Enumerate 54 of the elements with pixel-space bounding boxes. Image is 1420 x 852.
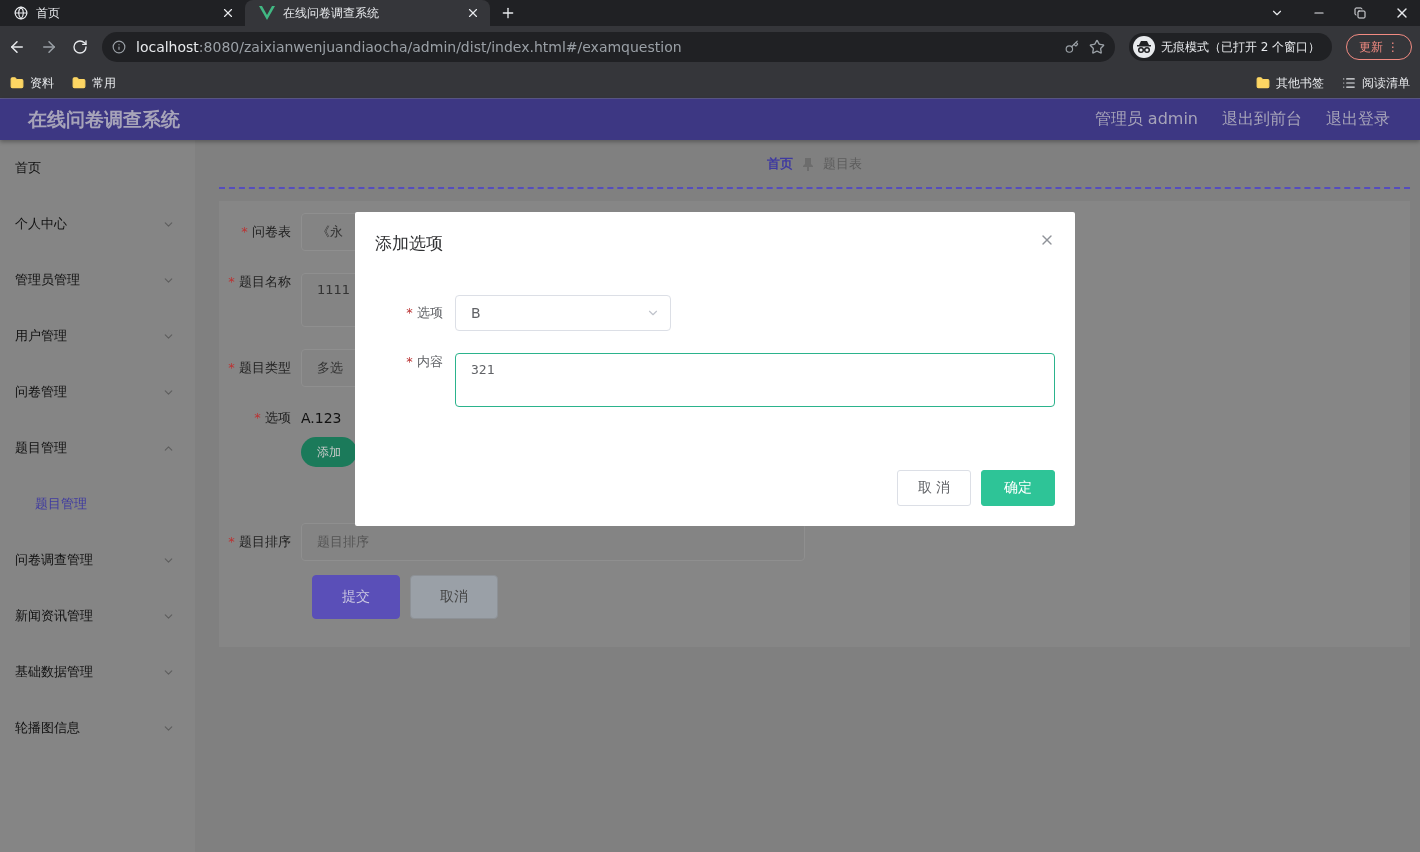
textarea-field[interactable]: 321 (455, 353, 1055, 407)
sidebar-item[interactable]: 问卷调查管理 (15, 551, 162, 569)
sidebar-item[interactable]: 轮播图信息 (15, 719, 162, 737)
info-icon (112, 40, 126, 54)
incognito-indicator[interactable]: 无痕模式（已打开 2 个窗口） (1128, 33, 1333, 61)
folder-icon[interactable] (72, 76, 86, 90)
field-label: * 题目名称 (227, 273, 292, 291)
incognito-icon (1135, 40, 1152, 54)
close-icon[interactable] (221, 6, 235, 20)
sidebar-item[interactable]: 基础数据管理 (15, 663, 162, 681)
list-icon[interactable] (1342, 76, 1356, 90)
header-link[interactable]: 退出到前台 (1222, 109, 1302, 130)
new-tab-icon[interactable] (500, 5, 516, 21)
globe-icon (14, 6, 28, 20)
folder-icon[interactable] (1256, 76, 1270, 90)
bookmark-item[interactable]: 其他书签 (1276, 74, 1324, 92)
select-field[interactable]: B (455, 295, 671, 331)
key-icon[interactable] (1064, 40, 1079, 54)
sidebar-item[interactable]: 首页 (15, 159, 175, 177)
restore-icon[interactable] (1354, 7, 1366, 19)
field-label: * 题目排序 (227, 533, 292, 551)
folder-icon[interactable] (10, 76, 24, 90)
option-text: A.123 (301, 410, 342, 426)
field-label: * 问卷表 (240, 223, 292, 241)
sidebar-item[interactable]: 题目管理 (15, 439, 162, 457)
reading-list-item[interactable]: 阅读清单 (1362, 74, 1410, 92)
forward-icon[interactable] (40, 38, 58, 56)
sidebar-item[interactable]: 新闻资讯管理 (15, 607, 162, 625)
header-link[interactable]: 退出登录 (1326, 109, 1390, 130)
dialog-title: 添加选项 (375, 232, 443, 255)
bookmark-item[interactable]: 资料 (30, 74, 54, 92)
close-icon[interactable] (466, 6, 480, 20)
field-label: * 内容 (405, 353, 444, 371)
field-label: * 选项 (253, 409, 292, 427)
field-label: * 选项 (405, 304, 444, 322)
reload-icon[interactable] (72, 39, 88, 55)
star-icon[interactable] (1088, 39, 1105, 55)
add-option-button[interactable]: 添加 (301, 437, 357, 467)
back-icon[interactable] (8, 38, 26, 56)
field-label: * 题目类型 (227, 359, 292, 377)
cancel-button[interactable]: 取消 (410, 575, 498, 619)
v-logo-icon (259, 6, 275, 20)
sidebar-item[interactable]: 用户管理 (15, 327, 162, 345)
sidebar-item[interactable]: 个人中心 (15, 215, 162, 233)
browser-tab[interactable]: 在线问卷调查系统 (245, 0, 490, 26)
sidebar-item[interactable]: 管理员管理 (15, 271, 162, 289)
cancel-button[interactable]: 取 消 (897, 470, 971, 506)
address-bar[interactable]: localhost:8080/zaixianwenjuandiaocha/admin/dist/index.html#/examquestion (102, 32, 1115, 62)
header-link[interactable]: 管理员 admin (1094, 109, 1198, 130)
sidebar-item[interactable]: 问卷管理 (15, 383, 162, 401)
submit-button[interactable]: 提交 (312, 575, 400, 619)
browser-tab[interactable]: 首页 (0, 0, 245, 26)
app-title: 在线问卷调查系统 (28, 106, 180, 132)
bookmark-item[interactable]: 常用 (92, 74, 116, 92)
